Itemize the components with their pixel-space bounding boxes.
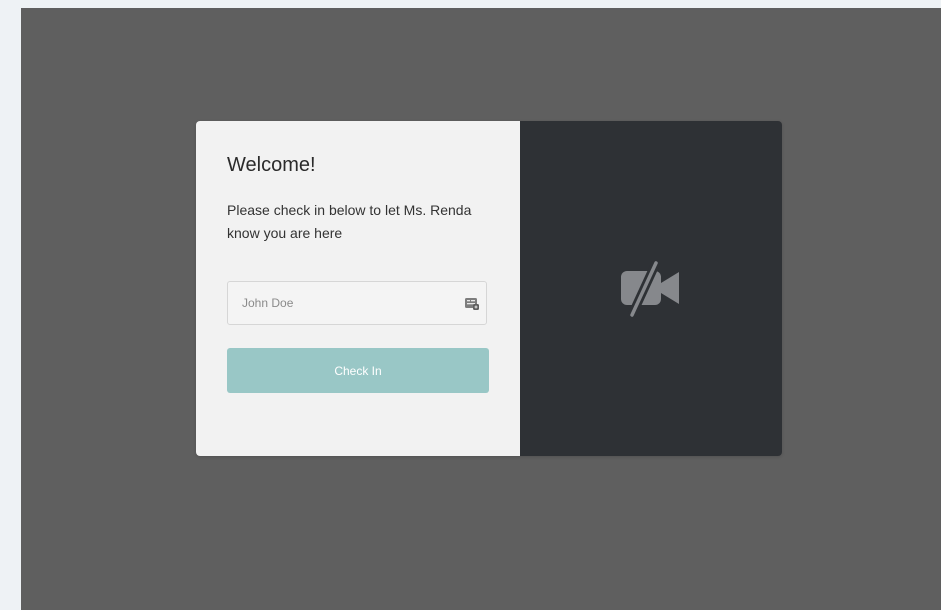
name-field	[227, 281, 487, 325]
welcome-description: Please check in below to let Ms. Renda k…	[227, 202, 472, 241]
video-preview-panel	[520, 121, 782, 456]
contact-card-icon[interactable]	[464, 295, 480, 311]
welcome-title: Welcome!	[227, 154, 316, 176]
check-in-button[interactable]: Check In	[227, 348, 489, 393]
name-input[interactable]	[228, 282, 452, 324]
video-off-icon	[621, 261, 679, 317]
check-in-card: Welcome! Please check in below to let Ms…	[196, 121, 782, 456]
backdrop: Welcome! Please check in below to let Ms…	[21, 8, 941, 610]
check-in-panel: Welcome! Please check in below to let Ms…	[196, 121, 520, 456]
